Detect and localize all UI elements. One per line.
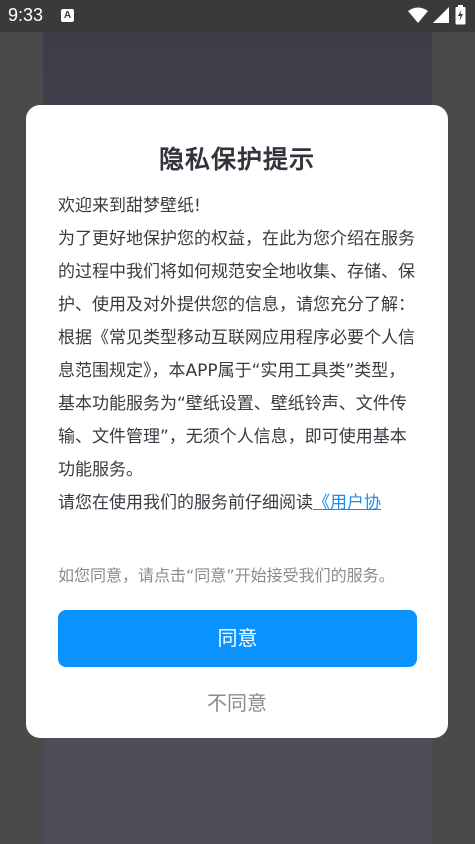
agree-button[interactable]: 同意 xyxy=(58,610,417,667)
status-bar: 9:33 A xyxy=(0,0,475,32)
privacy-intro-text: 为了更好地保护您的权益，在此为您介绍在服务的过程中我们将如何规范安全地收集、存储… xyxy=(58,229,415,315)
notification-a-label: A xyxy=(63,10,72,21)
wifi-icon xyxy=(408,7,428,23)
notification-a-icon: A xyxy=(61,9,74,22)
read-prompt-text: 请您在使用我们的服务前仔细阅读 xyxy=(58,493,313,513)
status-time: 9:33 xyxy=(8,5,44,25)
read-prompt-row: 请您在使用我们的服务前仔细阅读《用户协 xyxy=(58,487,418,520)
privacy-dialog: 隐私保护提示 欢迎来到甜梦壁纸! 为了更好地保护您的权益，在此为您介绍在服务的过… xyxy=(26,105,448,738)
regulation-text: 根据《常见类型移动互联网应用程序必要个人信息范围规定》，本APP属于“实用工具类… xyxy=(58,328,415,480)
dialog-title: 隐私保护提示 xyxy=(158,145,315,174)
welcome-text: 欢迎来到甜梦壁纸! xyxy=(58,196,201,216)
battery-icon xyxy=(455,5,466,25)
disagree-button[interactable]: 不同意 xyxy=(157,685,317,721)
dialog-body: 欢迎来到甜梦壁纸! 为了更好地保护您的权益，在此为您介绍在服务的过程中我们将如何… xyxy=(58,190,418,520)
consent-note: 如您同意，请点击“同意”开始接受我们的服务。 xyxy=(58,566,395,585)
user-agreement-link[interactable]: 《用户协 xyxy=(313,493,381,513)
signal-icon xyxy=(433,7,449,23)
